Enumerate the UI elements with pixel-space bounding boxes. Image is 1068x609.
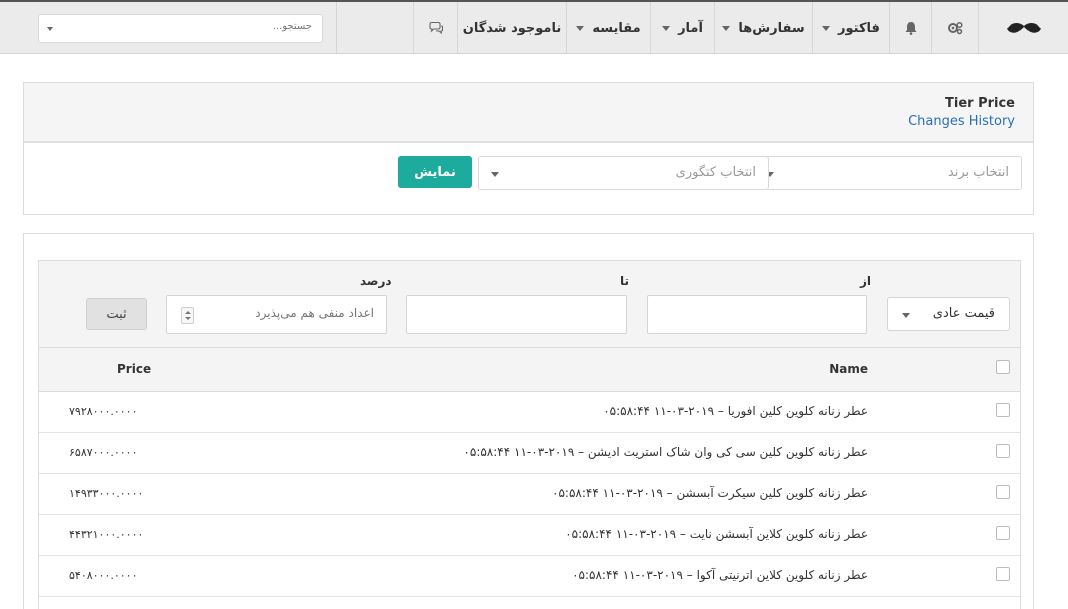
- nav-menu-stats-label: آمار: [678, 20, 703, 36]
- spinner-up-icon[interactable]: [185, 311, 191, 314]
- gears-icon-svg: [948, 21, 963, 35]
- row-checkbox[interactable]: [996, 444, 1010, 458]
- product-name: عطر زنانه کلوین کلاین اترنیتی آکوا – ۲۰۱…: [572, 568, 868, 582]
- percent-input[interactable]: [194, 306, 374, 320]
- show-button[interactable]: نمایش: [398, 156, 472, 188]
- nav-menu-compare-label: مقایسه: [592, 20, 641, 36]
- percent-field[interactable]: [166, 295, 387, 334]
- chevron-down-icon: [822, 25, 831, 31]
- changes-history-link[interactable]: Changes History: [908, 114, 1015, 129]
- product-price: ۱۴۹۳۳۰۰۰.۰۰۰۰: [69, 487, 144, 500]
- chat-icon[interactable]: [413, 2, 457, 54]
- products-table: از تا درصد قیمت عادی ثبت Name Price: [38, 260, 1021, 609]
- chevron-down-icon: [47, 27, 53, 31]
- product-price: ۴۴۳۲۱۰۰۰.۰۰۰۰: [69, 528, 144, 541]
- product-price: ۶۵۸۷۰۰۰.۰۰۰۰: [69, 446, 138, 459]
- row-checkbox[interactable]: [996, 567, 1010, 581]
- product-name: عطر زنانه کلوین کلاین آبسشن نایت – ۲۰۱۹-…: [565, 527, 868, 541]
- number-spinner-icon[interactable]: [181, 307, 194, 324]
- row-checkbox[interactable]: [996, 403, 1010, 417]
- chevron-down-icon: [576, 25, 585, 31]
- mustache-logo-icon-svg: [1006, 22, 1041, 33]
- nav-menu-missing-label: ناموجود شدگان: [462, 20, 562, 36]
- product-name: عطر زنانه کلوین کلین سی کی وان شاک استری…: [463, 445, 868, 459]
- save-button[interactable]: ثبت: [86, 298, 147, 330]
- search-select[interactable]: [38, 14, 323, 43]
- brand-select-placeholder: انتخاب برند: [947, 165, 1009, 180]
- product-name: عطر زنانه کلوین کلین افوریا – ۲۰۱۹-۰۳-۱۱…: [603, 404, 868, 418]
- column-header-name: Name: [829, 362, 868, 376]
- price-type-value: قیمت عادی: [932, 306, 995, 321]
- price-change-form: از تا درصد قیمت عادی ثبت: [39, 261, 1020, 348]
- chat-icon-svg: [428, 22, 443, 34]
- nav-menu-missing[interactable]: ناموجود شدگان: [457, 2, 566, 54]
- nav-menu-orders[interactable]: سفارش‌ها: [714, 2, 812, 54]
- category-select-placeholder: انتخاب کتگوری: [675, 165, 756, 180]
- from-label: از: [860, 274, 872, 288]
- search-input[interactable]: [72, 21, 312, 32]
- table-body: عطر زنانه کلوین کلین افوریا – ۲۰۱۹-۰۳-۱۱…: [39, 392, 1020, 597]
- nav-menu-factor[interactable]: فاکتور: [812, 2, 889, 54]
- from-input[interactable]: [647, 295, 867, 334]
- category-select[interactable]: انتخاب کتگوری: [478, 156, 769, 190]
- chevron-down-icon: [902, 313, 910, 318]
- nav-menu-compare[interactable]: مقایسه: [566, 2, 650, 54]
- bell-icon[interactable]: [889, 2, 931, 54]
- table-row: عطر زنانه کلوین کلین افوریا – ۲۰۱۹-۰۳-۱۱…: [39, 392, 1020, 433]
- nav-menu-orders-label: سفارش‌ها: [738, 20, 805, 36]
- product-price: ۷۹۲۸۰۰۰.۰۰۰۰: [69, 405, 138, 418]
- chevron-down-icon: [662, 25, 671, 31]
- product-name: عطر زنانه کلوین کلین سیکرت آبسشن – ۲۰۱۹-…: [552, 486, 868, 500]
- price-type-select[interactable]: قیمت عادی: [887, 297, 1010, 331]
- table-row: عطر زنانه کلوین کلین سی کی وان شاک استری…: [39, 433, 1020, 474]
- table-row: عطر زنانه کلوین کلاین اترنیتی آکوا – ۲۰۱…: [39, 556, 1020, 597]
- to-label: تا: [620, 274, 630, 288]
- chevron-down-icon: [722, 25, 731, 31]
- row-checkbox[interactable]: [996, 485, 1010, 499]
- gears-icon[interactable]: [931, 2, 978, 54]
- nav-menu-factor-label: فاکتور: [838, 20, 880, 36]
- page-title: Tier Price: [945, 96, 1015, 111]
- bell-icon-svg: [905, 22, 916, 35]
- chevron-down-icon: [491, 172, 499, 177]
- table-header: Name Price: [39, 348, 1020, 392]
- table-row: عطر زنانه کلوین کلاین آبسشن نایت – ۲۰۱۹-…: [39, 515, 1020, 556]
- products-panel: از تا درصد قیمت عادی ثبت Name Price: [23, 233, 1034, 609]
- table-row: عطر زنانه کلوین کلین سیکرت آبسشن – ۲۰۱۹-…: [39, 474, 1020, 515]
- mustache-logo-icon[interactable]: [978, 2, 1068, 54]
- spinner-down-icon[interactable]: [185, 317, 191, 320]
- percent-label: درصد: [360, 274, 392, 288]
- nav-menu-stats[interactable]: آمار: [650, 2, 714, 54]
- search-area: [336, 2, 413, 54]
- tier-price-panel: Tier Price Changes History انتخاب برند ا…: [23, 82, 1034, 215]
- to-input[interactable]: [406, 295, 627, 334]
- top-navbar: فاکتور سفارش‌ها آمار مقایسه ناموجود شدگا…: [0, 0, 1068, 54]
- brand-select[interactable]: انتخاب برند: [753, 156, 1022, 190]
- product-price: ۵۴۰۸۰۰۰.۰۰۰۰: [69, 569, 138, 582]
- row-checkbox[interactable]: [996, 526, 1010, 540]
- column-header-price: Price: [117, 362, 152, 376]
- select-all-checkbox[interactable]: [996, 360, 1010, 374]
- tier-price-panel-header: Tier Price Changes History: [24, 83, 1033, 143]
